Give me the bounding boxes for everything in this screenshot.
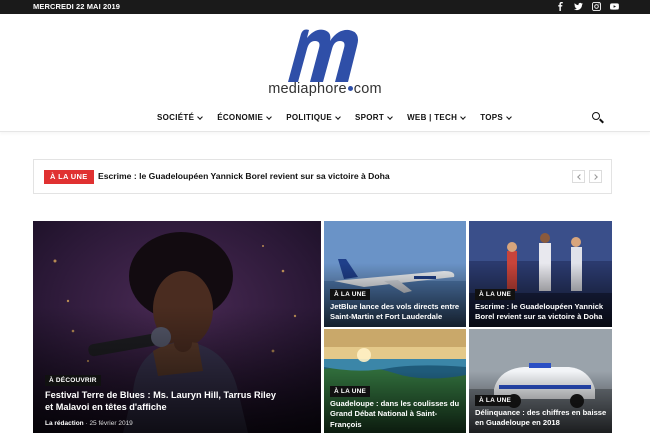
ticker-headline[interactable]: Escrime : le Guadeloupéen Yannick Borel … xyxy=(98,171,390,181)
article-card[interactable]: À LA UNE Délinquance : des chiffres en b… xyxy=(469,329,612,433)
nav-label: POLITIQUE xyxy=(286,113,333,122)
featured-title[interactable]: Festival Terre de Blues : Ms. Lauryn Hil… xyxy=(45,389,277,414)
top-bar: MERCREDI 22 MAI 2019 xyxy=(0,0,650,14)
featured-meta: La rédaction · 25 février 2019 xyxy=(45,420,133,427)
nav-item-web-tech[interactable]: WEB | TECH xyxy=(407,113,467,122)
main-nav: SOCIÉTÉ ÉCONOMIE POLITIQUE SPORT WEB | T… xyxy=(0,108,650,132)
nav-label: TOPS xyxy=(480,113,504,122)
nav-item-economie[interactable]: ÉCONOMIE xyxy=(217,113,273,122)
site-logo[interactable]: mediaphore com xyxy=(0,14,650,106)
nav-item-politique[interactable]: POLITIQUE xyxy=(286,113,341,122)
chevron-down-icon xyxy=(387,113,393,120)
logo-tld: com xyxy=(353,81,382,97)
current-date: MERCREDI 22 MAI 2019 xyxy=(33,2,121,11)
nav-item-societe[interactable]: SOCIÉTÉ xyxy=(157,113,204,122)
twitter-icon[interactable] xyxy=(573,1,584,12)
nav-item-tops[interactable]: TOPS xyxy=(480,113,512,122)
nav-label: ÉCONOMIE xyxy=(217,113,264,122)
chevron-down-icon xyxy=(460,113,467,120)
chevron-right-icon xyxy=(592,174,598,180)
category-badge[interactable]: À LA UNE xyxy=(475,289,516,300)
article-title[interactable]: Escrime : le Guadeloupéen Yannick Borel … xyxy=(475,302,607,323)
ticker-badge: À LA UNE xyxy=(44,170,94,184)
breaking-news-ticker: À LA UNE Escrime : le Guadeloupéen Yanni… xyxy=(33,159,612,194)
article-author[interactable]: La rédaction xyxy=(45,420,84,427)
youtube-icon[interactable] xyxy=(609,1,620,12)
article-card[interactable]: À LA UNE JetBlue lance des vols directs … xyxy=(324,221,466,327)
chevron-down-icon xyxy=(506,113,512,120)
article-card[interactable]: À LA UNE Escrime : le Guadeloupéen Yanni… xyxy=(469,221,612,327)
category-badge[interactable]: À DÉCOUVRIR xyxy=(45,375,101,386)
nav-label: SPORT xyxy=(355,113,385,122)
ticker-prev-button[interactable] xyxy=(572,170,585,183)
nav-label: WEB | TECH xyxy=(407,113,458,122)
article-title[interactable]: Délinquance : des chiffres en baisse en … xyxy=(475,408,607,429)
article-title[interactable]: JetBlue lance des vols directs entre Sai… xyxy=(330,302,460,323)
article-date: 25 février 2019 xyxy=(89,420,133,427)
nav-item-sport[interactable]: SPORT xyxy=(355,113,393,122)
article-card[interactable]: À LA UNE Guadeloupe : dans les coulisses… xyxy=(324,329,466,433)
category-badge[interactable]: À LA UNE xyxy=(330,289,371,300)
logo-dot-icon xyxy=(347,85,353,91)
featured-article[interactable]: À DÉCOUVRIR Festival Terre de Blues : Ms… xyxy=(33,221,321,433)
chevron-down-icon xyxy=(266,113,273,120)
search-icon[interactable] xyxy=(591,111,605,125)
chevron-down-icon xyxy=(335,113,341,120)
article-title[interactable]: Guadeloupe : dans les coulisses du Grand… xyxy=(330,399,460,430)
chevron-left-icon xyxy=(577,174,583,180)
category-badge[interactable]: À LA UNE xyxy=(475,395,516,406)
chevron-down-icon xyxy=(197,113,204,120)
instagram-icon[interactable] xyxy=(591,1,602,12)
logo-name: mediaphore xyxy=(268,81,347,97)
category-badge[interactable]: À LA UNE xyxy=(330,386,371,397)
social-links xyxy=(555,1,620,12)
facebook-icon[interactable] xyxy=(555,1,566,12)
logo-mark-icon xyxy=(288,29,358,82)
logo-wordmark: mediaphore com xyxy=(0,81,650,97)
nav-label: SOCIÉTÉ xyxy=(157,113,195,122)
ticker-next-button[interactable] xyxy=(589,170,602,183)
